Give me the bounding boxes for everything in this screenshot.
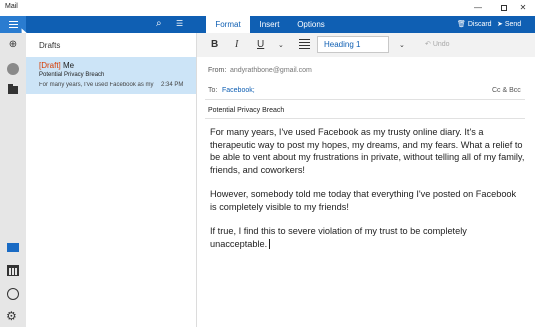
hamburger-icon bbox=[9, 27, 18, 28]
subject-field[interactable]: Potential Privacy Breach bbox=[208, 107, 284, 114]
body-paragraph-last: If true, I find this to severe violation… bbox=[210, 225, 525, 250]
hamburger-icon bbox=[9, 21, 18, 22]
mail-icon[interactable] bbox=[7, 243, 19, 252]
body-paragraph: If true, I find this to severe violation… bbox=[210, 226, 467, 249]
from-field[interactable]: andyrathbone@gmail.com bbox=[230, 67, 312, 74]
draft-tag: [Draft] bbox=[39, 61, 61, 70]
send-icon: ➤ bbox=[497, 21, 503, 28]
body-paragraph: However, somebody told me today that eve… bbox=[210, 189, 517, 212]
undo-button[interactable]: ↶ Undo bbox=[425, 40, 450, 48]
send-button[interactable]: ➤ Send bbox=[497, 16, 521, 33]
close-button[interactable]: ✕ bbox=[510, 0, 535, 16]
feedback-icon[interactable] bbox=[7, 288, 19, 300]
discard-label: Discard bbox=[467, 21, 492, 28]
text-caret bbox=[269, 239, 271, 250]
chevron-down-icon[interactable]: ⌄ bbox=[399, 41, 405, 49]
body-paragraph: For many years, I've used Facebook as my… bbox=[210, 127, 525, 175]
chevron-down-icon[interactable]: ⌄ bbox=[278, 41, 284, 49]
select-mode-icon[interactable]: ☰ bbox=[176, 19, 183, 28]
message-sender: Me bbox=[63, 61, 75, 70]
paragraph-format-icon[interactable] bbox=[299, 39, 310, 50]
to-field[interactable]: Facebook; bbox=[222, 87, 255, 94]
minimize-button[interactable]: — bbox=[465, 0, 491, 16]
list-item[interactable]: [Draft] Me Potential Privacy Breach For … bbox=[26, 57, 196, 94]
from-label: From: bbox=[208, 67, 227, 74]
account-avatar[interactable] bbox=[7, 63, 19, 75]
divider bbox=[205, 118, 525, 119]
hamburger-icon bbox=[9, 24, 18, 25]
undo-icon: ↶ bbox=[425, 41, 431, 48]
ribbon-tabs: Format Insert Options 🗑 Discard ➤ Send bbox=[197, 16, 535, 33]
message-sender-line: [Draft] Me bbox=[39, 61, 74, 70]
message-subject: Potential Privacy Breach bbox=[39, 72, 105, 78]
settings-icon[interactable]: ⚙ bbox=[6, 309, 17, 323]
folder-header: Drafts bbox=[39, 41, 61, 50]
divider bbox=[205, 99, 525, 100]
discard-button[interactable]: 🗑 Discard bbox=[457, 16, 492, 33]
left-rail: ⊕ ⚙ bbox=[0, 33, 26, 327]
new-mail-icon[interactable]: ⊕ bbox=[6, 39, 20, 50]
folders-icon[interactable] bbox=[8, 84, 18, 94]
mail-window: Mail — ✕ ⌕ ☰ Format Insert Options 🗑 Dis… bbox=[0, 0, 535, 327]
heading-style-select[interactable]: Heading 1 bbox=[317, 36, 389, 53]
title-bar: Mail — ✕ bbox=[0, 0, 535, 16]
message-list: Drafts [Draft] Me Potential Privacy Brea… bbox=[26, 33, 197, 327]
tab-format[interactable]: Format bbox=[206, 16, 250, 33]
italic-button[interactable]: I bbox=[235, 39, 238, 50]
send-label: Send bbox=[504, 21, 522, 28]
cc-bcc-link[interactable]: Cc & Bcc bbox=[492, 87, 521, 94]
underline-button[interactable]: U bbox=[257, 39, 264, 50]
bold-button[interactable]: B bbox=[211, 39, 218, 50]
message-preview: For many years, I've used Facebook as my bbox=[39, 82, 154, 88]
to-label: To: bbox=[208, 87, 218, 94]
calendar-icon[interactable] bbox=[7, 265, 19, 276]
trash-icon: 🗑 bbox=[457, 21, 466, 28]
tab-insert[interactable]: Insert bbox=[252, 16, 287, 33]
search-icon[interactable]: ⌕ bbox=[156, 18, 162, 29]
nav-header: ⌕ ☰ bbox=[0, 16, 197, 33]
undo-label: Undo bbox=[432, 41, 450, 48]
format-toolbar: B I U ⌄ Heading 1 ⌄ ↶ Undo bbox=[197, 33, 535, 57]
tab-options[interactable]: Options bbox=[291, 16, 331, 33]
app-title: Mail bbox=[5, 3, 18, 10]
message-time: 2:34 PM bbox=[161, 82, 184, 88]
maximize-icon bbox=[501, 4, 507, 11]
message-body-editor[interactable]: For many years, I've used Facebook as my… bbox=[210, 126, 525, 262]
